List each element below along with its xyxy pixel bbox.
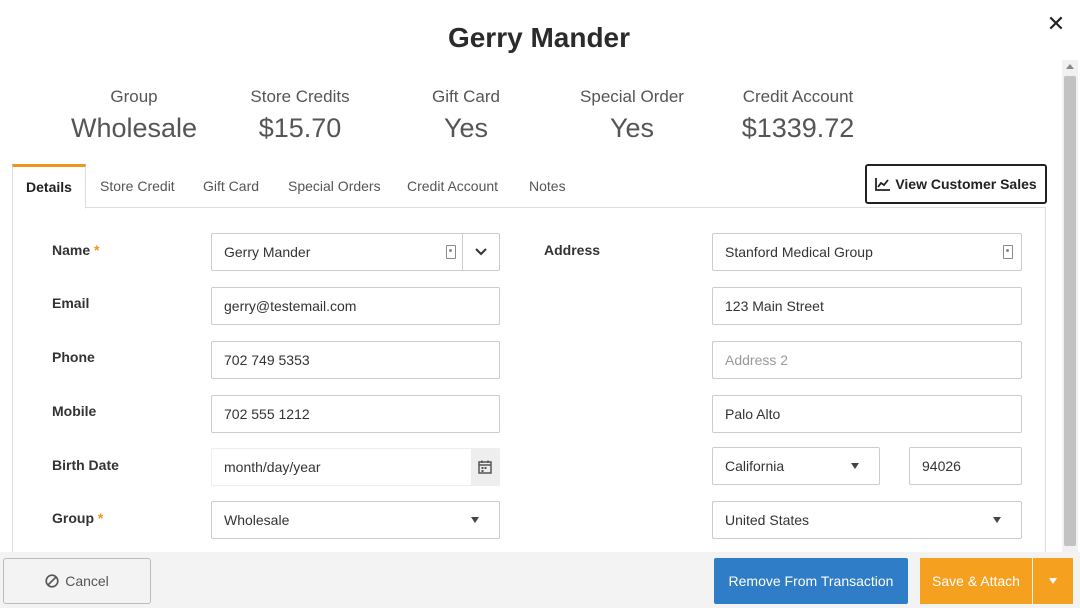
email-input[interactable]: gerry@testemail.com (211, 287, 500, 325)
tab-details[interactable]: Details (12, 164, 86, 209)
phone-input[interactable]: 702 749 5353 (211, 341, 500, 379)
email-input-value: gerry@testemail.com (224, 298, 357, 314)
tab-notes[interactable]: Notes (529, 164, 566, 208)
group-select-value: Wholesale (224, 512, 290, 528)
view-customer-sales-label: View Customer Sales (895, 176, 1037, 192)
stat-label: Credit Account (742, 87, 854, 106)
country-select-value: United States (725, 512, 810, 528)
ban-icon (45, 574, 59, 588)
state-select[interactable]: California (712, 447, 880, 485)
calendar-icon (478, 460, 492, 474)
caret-down-icon (993, 517, 1001, 523)
save-attach-label: Save & Attach (932, 573, 1020, 589)
group-label: Group * (52, 510, 103, 526)
stat-value: Yes (609, 113, 655, 143)
cancel-label: Cancel (65, 573, 109, 589)
caret-down-icon (851, 463, 859, 469)
name-input-value: Gerry Mander (224, 244, 311, 260)
mobile-label: Mobile (52, 403, 97, 419)
stat-value: $15.70 (258, 113, 342, 143)
stat-label: Gift Card (431, 87, 501, 106)
group-select[interactable]: Wholesale (211, 501, 500, 539)
name-input[interactable]: Gerry Mander (211, 233, 500, 271)
tab-credit-account[interactable]: Credit Account (407, 164, 498, 208)
stat-gift-card: Gift Card Yes (386, 86, 546, 146)
scrollbar[interactable] (1062, 60, 1078, 552)
city-value: Palo Alto (725, 406, 781, 422)
address-company-input[interactable]: Stanford Medical Group (712, 233, 1022, 271)
stat-credit-account: Credit Account $1339.72 (718, 86, 878, 146)
view-customer-sales-button[interactable]: View Customer Sales (865, 164, 1047, 204)
city-input[interactable]: Palo Alto (712, 395, 1022, 433)
remove-from-transaction-button[interactable]: Remove From Transaction (714, 558, 908, 604)
tab-store-credit[interactable]: Store Credit (100, 164, 175, 208)
stat-label: Store Credits (250, 87, 350, 106)
stat-label: Group (110, 87, 158, 106)
line-chart-icon (875, 178, 891, 191)
scroll-up-icon[interactable] (1066, 64, 1074, 69)
customer-name-title: Gerry Mander (447, 22, 631, 53)
mobile-input[interactable]: 702 555 1212 (211, 395, 500, 433)
stat-label: Special Order (580, 87, 684, 106)
tab-special-orders[interactable]: Special Orders (288, 164, 381, 208)
name-dropdown-button[interactable] (462, 234, 499, 270)
stat-value: Yes (443, 113, 489, 143)
footer-bar (0, 552, 1080, 608)
contact-card-icon[interactable] (446, 245, 456, 259)
required-mark: * (94, 242, 100, 258)
cancel-button[interactable]: Cancel (3, 558, 151, 604)
zip-input[interactable]: 94026 (909, 447, 1022, 485)
address-company-value: Stanford Medical Group (725, 244, 873, 260)
country-select[interactable]: United States (712, 501, 1022, 539)
save-attach-button[interactable]: Save & Attach (920, 558, 1032, 604)
calendar-button[interactable] (471, 449, 499, 485)
save-options-button[interactable] (1033, 558, 1073, 604)
scrollbar-thumb[interactable] (1064, 76, 1076, 546)
stat-value: $1339.72 (741, 113, 855, 143)
caret-down-icon (471, 517, 479, 523)
name-label-text: Name (52, 242, 91, 258)
chevron-down-icon (475, 248, 487, 256)
stat-special-order: Special Order Yes (552, 86, 712, 146)
mobile-input-value: 702 555 1212 (224, 406, 310, 422)
name-label: Name * (52, 242, 99, 258)
address-line2-placeholder: Address 2 (725, 352, 789, 368)
caret-down-icon (1049, 578, 1057, 584)
stat-value: Wholesale (70, 113, 198, 143)
address-line1-value: 123 Main Street (725, 298, 824, 314)
group-label-text: Group (52, 510, 94, 526)
zip-value: 94026 (922, 458, 961, 474)
birth-date-input[interactable]: month/day/year (211, 448, 500, 486)
stat-store-credits: Store Credits $15.70 (220, 86, 380, 146)
tab-gift-card[interactable]: Gift Card (203, 164, 259, 208)
stat-group: Group Wholesale (54, 86, 214, 146)
contact-card-icon[interactable] (1003, 245, 1013, 259)
birth-date-placeholder: month/day/year (224, 459, 321, 475)
address-line2-input[interactable]: Address 2 (712, 341, 1022, 379)
remove-label: Remove From Transaction (728, 573, 894, 589)
address-label: Address (544, 242, 601, 258)
birth-date-label: Birth Date (52, 457, 119, 473)
state-select-value: California (725, 458, 785, 474)
required-mark: * (97, 510, 104, 526)
address-line1-input[interactable]: 123 Main Street (712, 287, 1022, 325)
phone-input-value: 702 749 5353 (224, 352, 310, 368)
phone-label: Phone (52, 349, 95, 365)
email-label: Email (52, 295, 90, 311)
